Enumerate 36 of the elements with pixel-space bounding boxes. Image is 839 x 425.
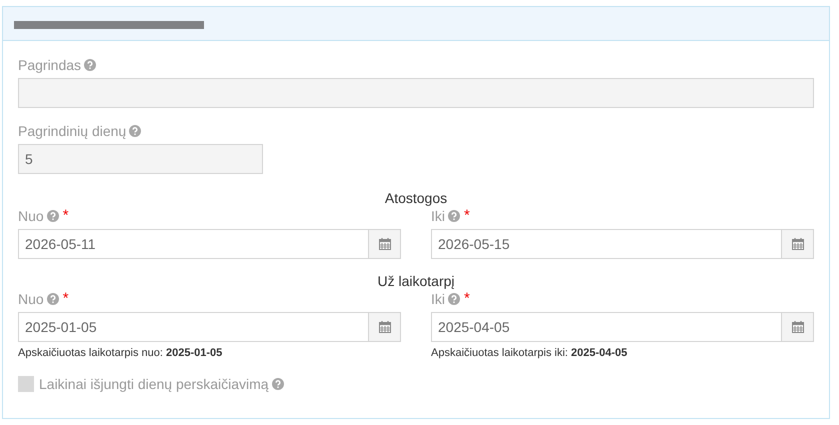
help-icon xyxy=(129,125,142,137)
help-icon xyxy=(46,293,59,305)
input-field[interactable] xyxy=(18,78,814,108)
input-field[interactable]: 2025-01-05 xyxy=(18,312,369,342)
input-field[interactable]: 5 xyxy=(18,144,263,174)
section-title: Atostogos xyxy=(384,189,448,206)
field-label: Iki xyxy=(431,206,445,226)
calendar-icon xyxy=(792,321,804,333)
hint-text: Apskaičiuotas laikotarpis iki: 2025-04-05 xyxy=(431,346,628,361)
calendar-button[interactable] xyxy=(782,312,814,342)
required-mark: * xyxy=(62,288,69,309)
section-title: Už laikotarpį xyxy=(376,272,456,289)
input-field[interactable]: 2026-05-11 xyxy=(18,229,369,259)
required-mark: * xyxy=(62,206,69,226)
calendar-button[interactable] xyxy=(369,312,401,342)
field-label: Iki xyxy=(431,290,445,308)
calendar-button[interactable] xyxy=(369,229,401,259)
help-icon xyxy=(448,210,460,222)
field-label: Pagrindinių dienų xyxy=(18,122,126,141)
calendar-icon xyxy=(792,238,804,250)
help-icon xyxy=(84,59,96,71)
help-icon xyxy=(448,293,460,305)
help-icon xyxy=(272,378,284,390)
field-label: Nuo xyxy=(18,206,44,226)
hint-text: Apskaičiuotas laikotarpis nuo: 2025-01-05 xyxy=(18,346,224,361)
checkbox-label: Laikinai išjungti dienų perskaičiavimą xyxy=(39,374,269,394)
field-label: Nuo xyxy=(18,290,44,308)
calendar-icon xyxy=(378,238,390,250)
input-field[interactable]: 2025-04-05 xyxy=(431,312,782,342)
required-mark: * xyxy=(464,288,470,309)
input-field[interactable]: 2026-05-15 xyxy=(431,229,782,259)
calendar-button[interactable] xyxy=(782,229,814,259)
required-mark: * xyxy=(464,206,470,226)
help-icon xyxy=(46,210,59,222)
field-label: Pagrindas xyxy=(18,56,82,75)
calendar-icon xyxy=(378,321,390,333)
